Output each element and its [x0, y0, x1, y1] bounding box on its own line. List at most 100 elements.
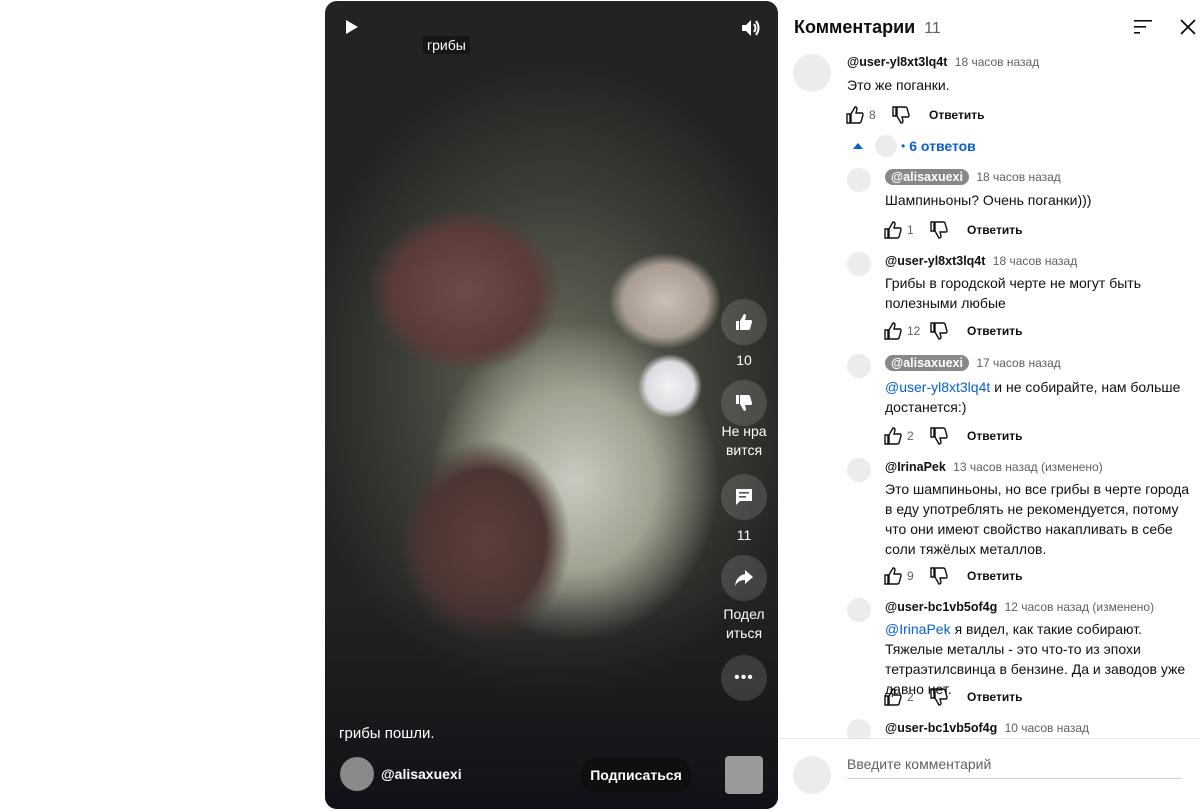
comment-input[interactable]: Введите комментарий — [847, 756, 1182, 779]
volume-button[interactable] — [741, 19, 761, 42]
comment-text: Это же поганки. — [847, 77, 950, 93]
reply-author[interactable]: @user-yl8xt3lq4t — [885, 254, 985, 268]
comments-panel: Комментарии 11 @user-yl8xt3lq4t 18 часов… — [779, 0, 1200, 811]
reply-button[interactable]: Ответить — [967, 324, 1022, 338]
reply-meta: @alisaxuexi 17 часов назад — [885, 355, 1061, 371]
reply-time[interactable]: 18 часов назад — [993, 254, 1077, 268]
reply-mention[interactable]: @IrinaPek — [885, 621, 951, 637]
reply-text: Грибы в городской черте не могут быть по… — [885, 275, 1141, 311]
video-side-actions: 10 Не нравится 11 Поделиться ••• — [721, 299, 767, 701]
like-button[interactable] — [721, 299, 767, 345]
reply-button[interactable]: Ответить — [967, 429, 1022, 443]
thumb-down-icon[interactable] — [929, 220, 949, 240]
reply-avatar-preview — [875, 135, 897, 157]
avatar — [793, 756, 831, 794]
comment-author[interactable]: @user-yl8xt3lq4t — [847, 55, 947, 69]
comment-icon — [736, 489, 752, 505]
reply-author[interactable]: @user-bc1vb5of4g — [885, 600, 997, 614]
video-caption: грибы пошли. — [339, 725, 435, 742]
more-icon: ••• — [734, 669, 754, 686]
like-count: 1 — [907, 223, 914, 237]
avatar[interactable] — [847, 168, 871, 192]
reply-author[interactable]: @alisaxuexi — [885, 355, 969, 371]
like-count: 10 — [736, 352, 752, 368]
reply-actions: 1 Ответить — [883, 220, 1022, 240]
reply-text: Шампиньоны? Очень поганки))) — [885, 192, 1092, 208]
avatar[interactable] — [793, 54, 831, 92]
thumb-up-icon[interactable] — [883, 321, 903, 341]
volume-icon — [742, 20, 760, 36]
author-avatar[interactable] — [340, 757, 374, 791]
replies-toggle[interactable]: • 6 ответов — [853, 135, 976, 157]
thumb-up-icon[interactable] — [883, 566, 903, 586]
reply-mention[interactable]: @user-yl8xt3lq4t — [885, 379, 990, 395]
reply-time[interactable]: 10 часов назад — [1005, 721, 1089, 735]
avatar[interactable] — [847, 252, 871, 276]
reply-author[interactable]: @alisaxuexi — [885, 169, 969, 185]
thumb-down-icon[interactable] — [929, 566, 949, 586]
reply-button[interactable]: Ответить — [929, 108, 984, 122]
reply-button[interactable]: Ответить — [967, 223, 1022, 237]
comment-meta: @user-yl8xt3lq4t 18 часов назад — [847, 55, 1039, 69]
reply-meta: @alisaxuexi 18 часов назад — [885, 169, 1061, 185]
thumb-down-icon[interactable] — [929, 687, 949, 707]
comment-actions: 8 Ответить — [845, 105, 984, 125]
thumb-up-icon[interactable] — [883, 220, 903, 240]
reply-time[interactable]: 13 часов назад (изменено) — [953, 460, 1103, 474]
thumb-down-icon[interactable] — [891, 105, 911, 125]
reply-meta: @user-bc1vb5of4g 10 часов назад — [885, 721, 1089, 735]
sound-thumbnail[interactable] — [725, 756, 763, 794]
comment-item: @user-yl8xt3lq4t 18 часов назад Это же п… — [779, 0, 1200, 160]
reply-actions: 12 Ответить — [883, 321, 1022, 341]
reply-text: @user-yl8xt3lq4t и не собирайте, нам боль… — [885, 377, 1200, 417]
chevron-up-icon — [853, 143, 863, 149]
reply-button[interactable]: Ответить — [967, 690, 1022, 704]
comments-button[interactable] — [721, 474, 767, 520]
thumb-down-icon[interactable] — [929, 321, 949, 341]
dislike-button[interactable] — [721, 380, 767, 426]
reply-time[interactable]: 12 часов назад (изменено) — [1005, 600, 1155, 614]
comments-count: 11 — [736, 527, 752, 543]
share-icon — [735, 570, 753, 586]
play-button[interactable] — [345, 19, 359, 40]
reply-meta: @user-yl8xt3lq4t 18 часов назад — [885, 254, 1077, 268]
thumb-up-icon — [736, 314, 752, 330]
reply-time[interactable]: 18 часов назад — [976, 170, 1060, 184]
replies-count[interactable]: 6 ответов — [909, 138, 976, 154]
play-icon — [346, 20, 358, 34]
thumb-up-icon[interactable] — [845, 105, 865, 125]
reply-time[interactable]: 17 часов назад — [976, 356, 1060, 370]
reply-actions: 2 Ответить — [883, 426, 1022, 446]
thumb-down-icon[interactable] — [929, 426, 949, 446]
reply-meta: @user-bc1vb5of4g 12 часов назад (изменен… — [885, 600, 1154, 614]
thumb-up-icon[interactable] — [883, 687, 903, 707]
share-label: Поделиться — [723, 606, 765, 641]
comment-time[interactable]: 18 часов назад — [955, 55, 1039, 69]
video-player[interactable]: грибы 10 Не нравится 11 Поделиться ••• г… — [325, 1, 778, 809]
dislike-label: Не нравится — [721, 423, 767, 458]
avatar[interactable] — [847, 598, 871, 622]
like-count: 9 — [907, 569, 914, 583]
avatar[interactable] — [847, 458, 871, 482]
reply-meta: @IrinaPek 13 часов назад (изменено) — [885, 460, 1103, 474]
avatar[interactable] — [847, 354, 871, 378]
reply-author[interactable]: @user-bc1vb5of4g — [885, 721, 997, 735]
subscribe-button[interactable]: Подписаться — [580, 758, 692, 792]
thumb-down-icon — [736, 395, 752, 411]
author-name[interactable]: @alisaxuexi — [381, 766, 462, 782]
reply-button[interactable]: Ответить — [967, 569, 1022, 583]
share-button[interactable] — [721, 555, 767, 601]
comment-composer: Введите комментарий — [779, 738, 1200, 811]
thumb-up-icon[interactable] — [883, 426, 903, 446]
video-author[interactable]: @alisaxuexi — [340, 757, 462, 791]
reply-text: Это шампиньоны, но все грибы в черте гор… — [885, 481, 1190, 557]
more-button[interactable]: ••• — [721, 655, 767, 701]
like-count: 2 — [907, 690, 914, 704]
like-count: 12 — [907, 324, 921, 338]
reply-actions: 2 Ответить — [883, 687, 1022, 707]
like-count: 2 — [907, 429, 914, 443]
like-count: 8 — [869, 108, 876, 122]
separator-dot: • — [901, 139, 906, 153]
reply-actions: 9 Ответить — [883, 566, 1022, 586]
reply-author[interactable]: @IrinaPek — [885, 460, 946, 474]
